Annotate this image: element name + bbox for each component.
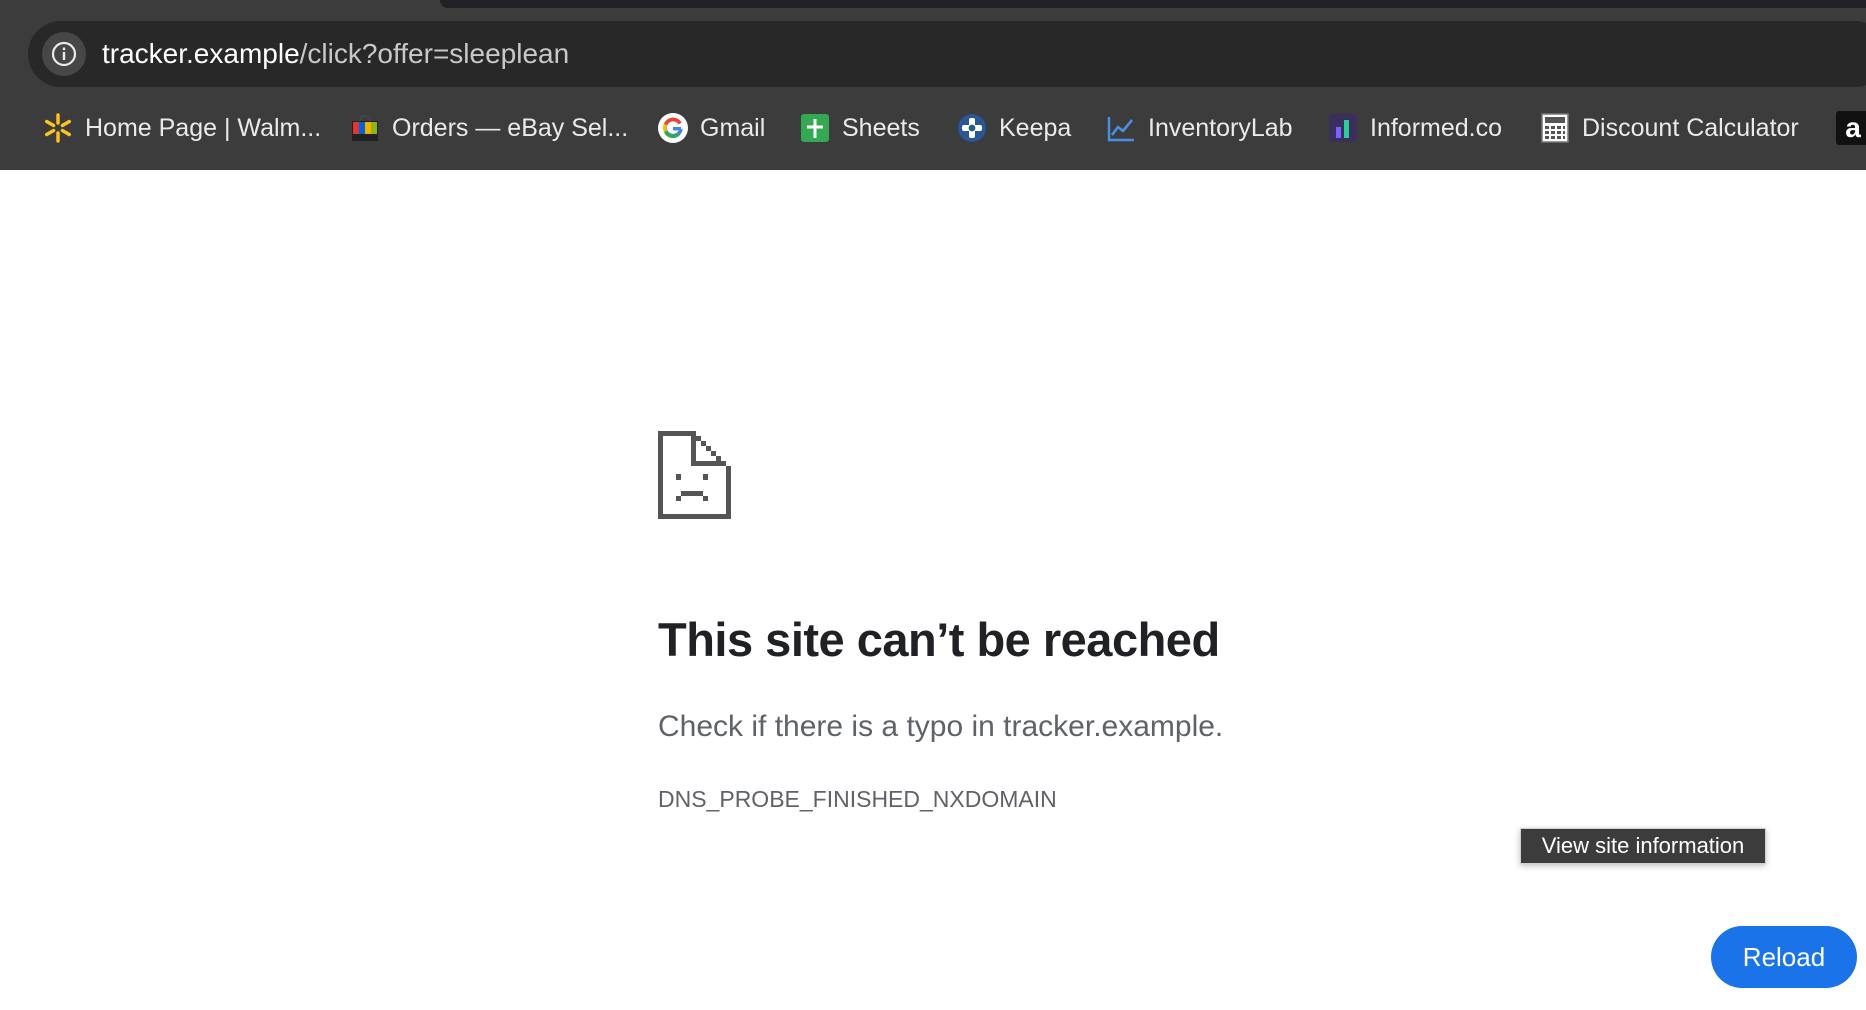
url-path: /click?offer=sleeplean (299, 38, 570, 69)
bookmark-item-walmart[interactable]: Home Page | Walm... (41, 104, 321, 152)
informed-bars-icon (1326, 111, 1360, 145)
error-title: This site can’t be reached (658, 613, 1220, 666)
bookmark-label: Informed.co (1370, 113, 1503, 142)
url-host: tracker.example (102, 38, 300, 69)
bookmark-label: Orders — eBay Sel... (392, 113, 629, 142)
ebay-bag-icon (348, 111, 382, 145)
keepa-icon (955, 111, 989, 145)
bookmark-label: Gmail (700, 113, 766, 142)
tab-strip (440, 0, 1866, 8)
bookmark-label: InventoryLab (1148, 113, 1293, 142)
bookmark-item-sheets[interactable]: Sheets (798, 104, 920, 152)
bookmark-item-amazon[interactable]: a (1836, 104, 1866, 152)
address-bar[interactable]: tracker.example/click?offer=sleeplean (28, 21, 1866, 87)
bookmark-item-gmail[interactable]: Gmail (656, 104, 765, 152)
bookmark-item-informed[interactable]: Informed.co (1326, 104, 1502, 152)
sheets-icon (798, 111, 832, 145)
site-info-button[interactable] (42, 32, 86, 76)
bookmarks-bar: l Home Page | Walm... (0, 104, 1866, 152)
amazon-icon: a (1836, 111, 1866, 145)
site-info-tooltip: View site information (1520, 828, 1766, 864)
bookmark-label: l (0, 114, 2, 143)
info-icon (51, 41, 77, 67)
bookmark-label: Home Page | Walm... (85, 113, 322, 142)
bookmark-item-keepa[interactable]: Keepa (955, 104, 1071, 152)
bookmark-item-discount-calculator[interactable]: Discount Calculator (1538, 104, 1799, 152)
sad-document-icon (658, 431, 731, 519)
google-g-icon (656, 111, 690, 145)
trend-chart-icon (1104, 111, 1138, 145)
browser-toolbar: tracker.example/click?offer=sleeplean l (0, 0, 1866, 170)
error-message: Check if there is a typo in tracker.exam… (658, 710, 1224, 743)
url-text[interactable]: tracker.example/click?offer=sleeplean (102, 38, 569, 70)
calculator-icon (1538, 111, 1572, 145)
walmart-spark-icon (41, 111, 75, 145)
amazon-glyph: a (1845, 112, 1861, 143)
reload-button[interactable]: Reload (1711, 926, 1857, 988)
bookmark-label: Keepa (999, 113, 1072, 142)
bookmark-item-partial[interactable]: l (0, 104, 2, 152)
bookmark-item-inventorylab[interactable]: InventoryLab (1104, 104, 1293, 152)
error-code: DNS_PROBE_FINISHED_NXDOMAIN (658, 786, 1057, 812)
bookmark-item-ebay-orders[interactable]: Orders — eBay Sel... (348, 104, 628, 152)
bookmark-label: Discount Calculator (1582, 113, 1799, 142)
bookmark-label: Sheets (842, 113, 920, 142)
